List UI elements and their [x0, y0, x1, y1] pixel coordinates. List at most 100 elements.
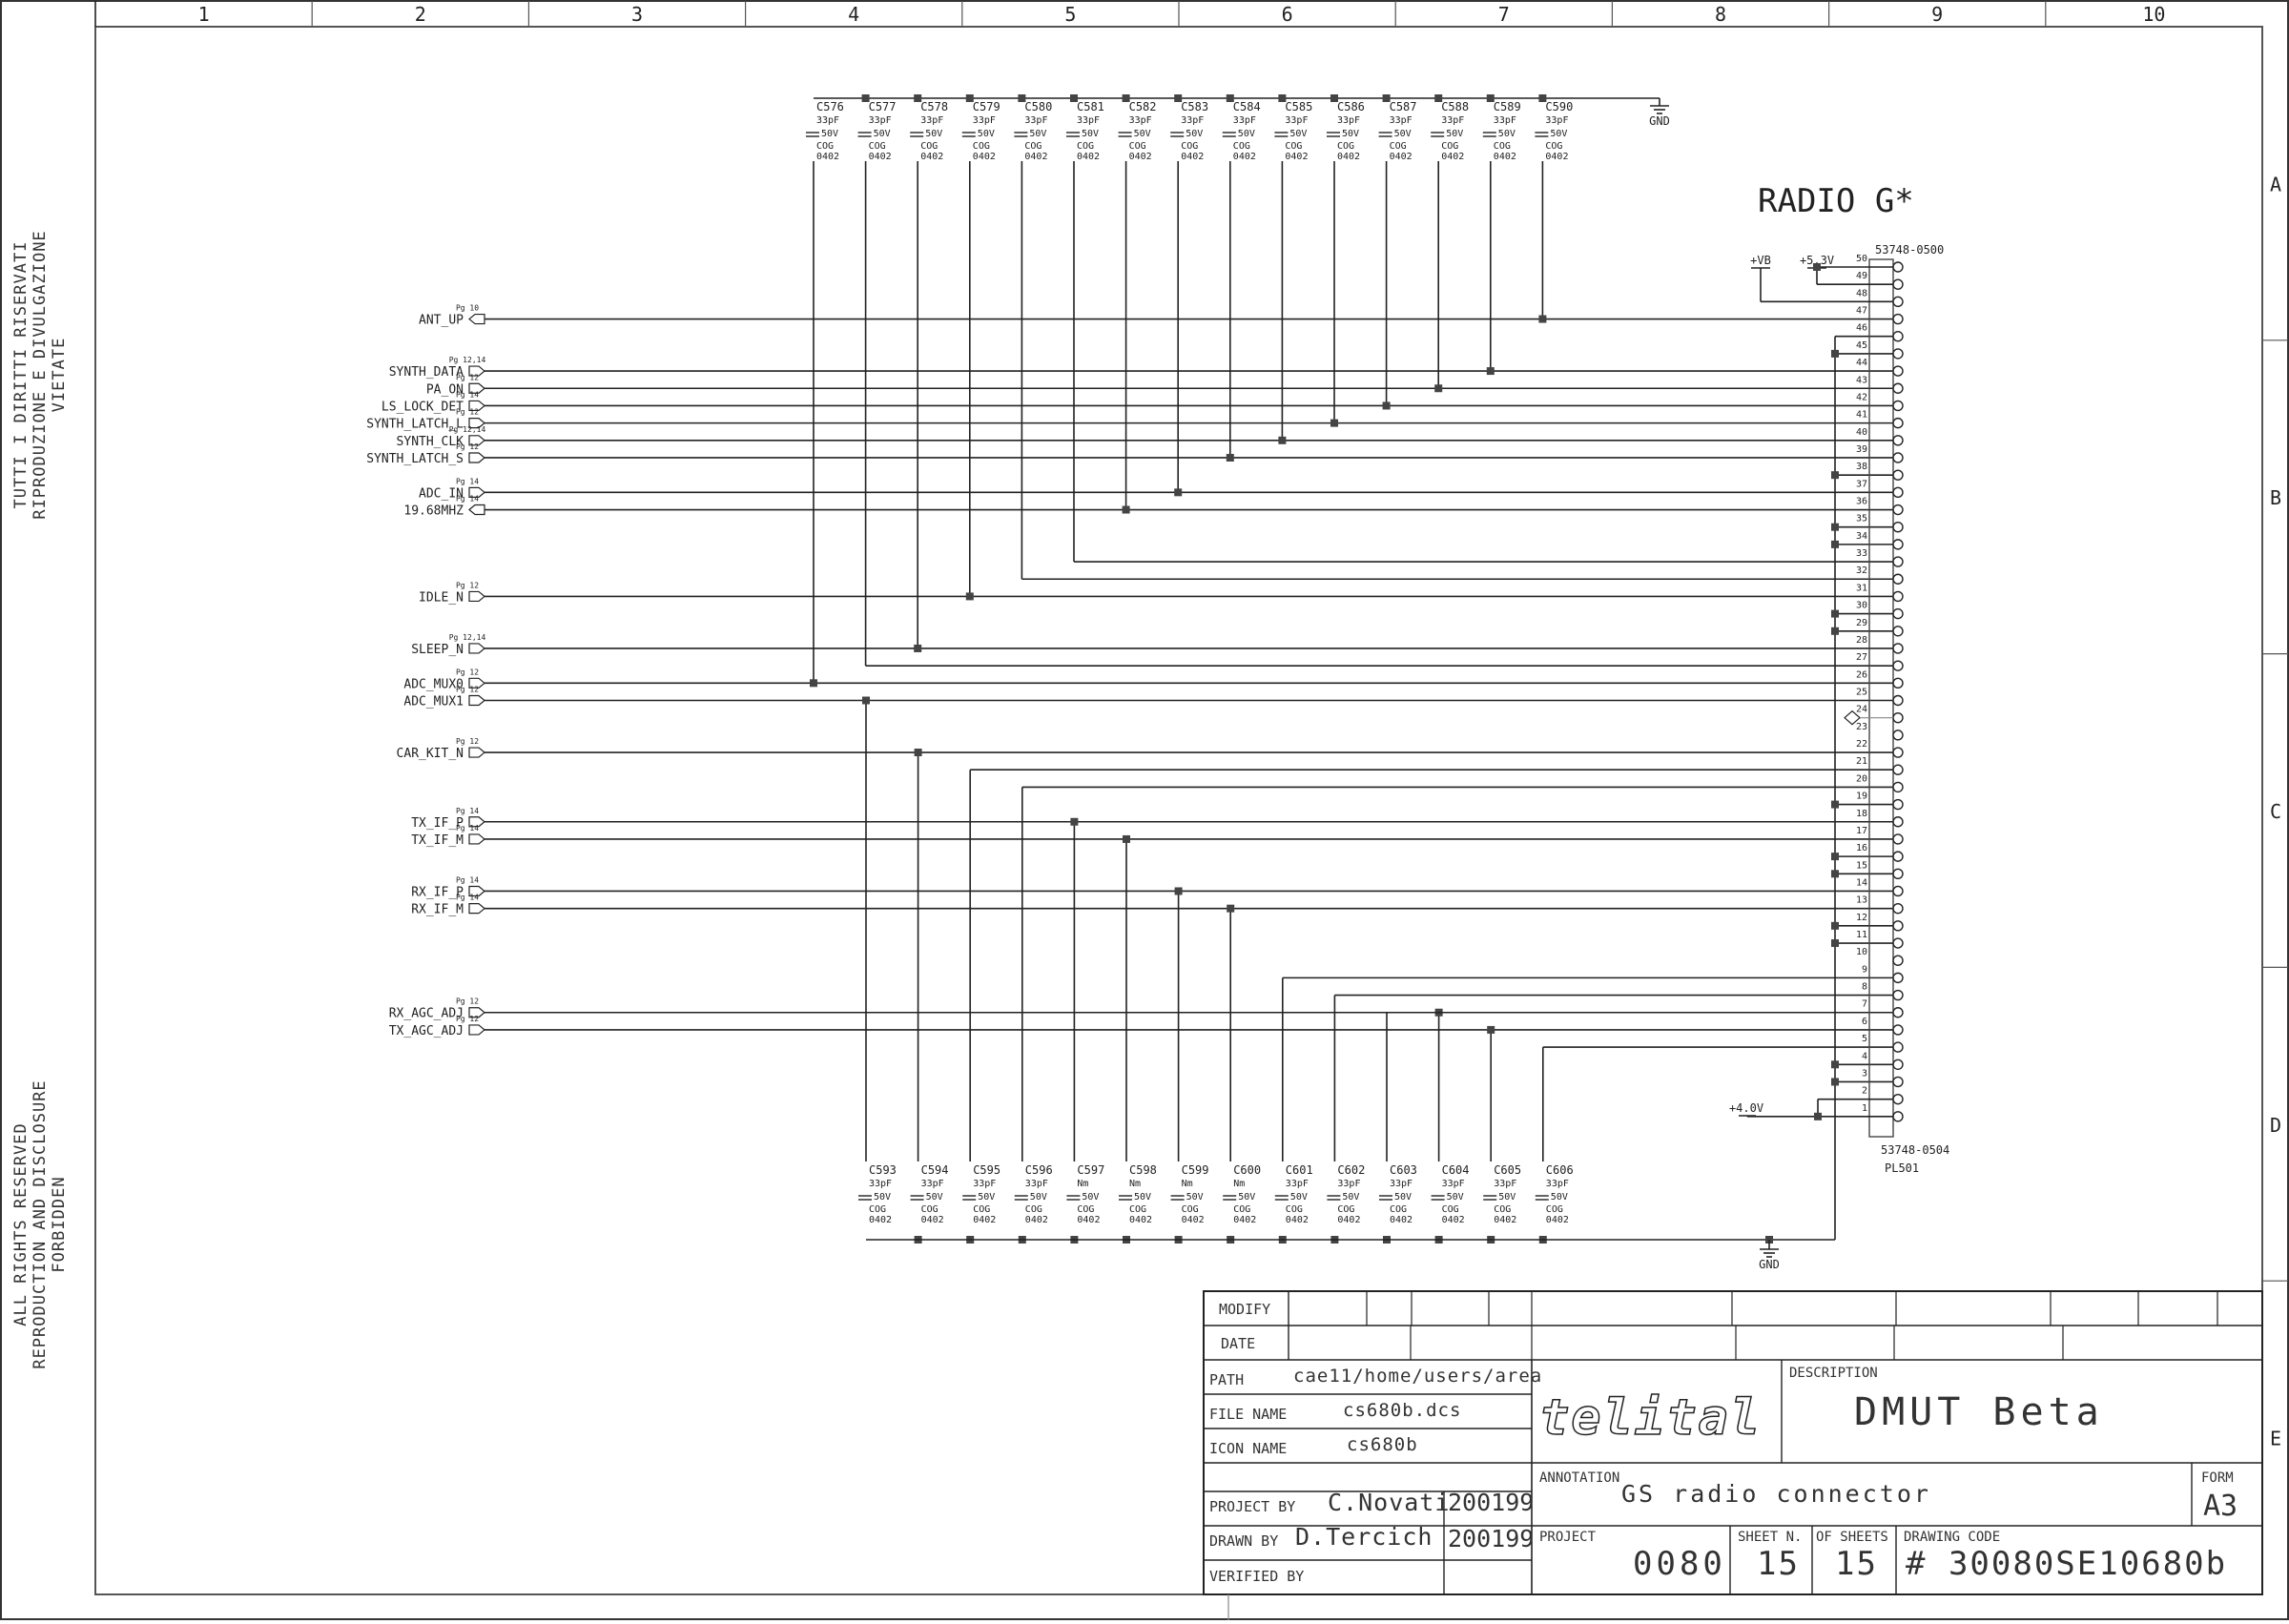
- signal-name: 19.68MHZ: [403, 504, 464, 519]
- connector-pin: [1892, 798, 1904, 811]
- cap-ref: C596: [1025, 1163, 1053, 1177]
- junction-dot: [914, 94, 922, 102]
- project-by-label: PROJECT BY: [1209, 1498, 1296, 1515]
- cap-dielectric: COG: [1546, 1204, 1563, 1215]
- cap-package: 0402: [816, 152, 839, 162]
- signal-name: ADC_MUX1: [403, 695, 464, 709]
- cap-dielectric: COG: [816, 141, 834, 152]
- form-value: A3: [2203, 1490, 2238, 1523]
- cap-value: 33pF: [1025, 1179, 1048, 1189]
- capacitor-c580: C580 33pF 50V COG0402: [1014, 100, 1052, 162]
- pin-number: 37: [1856, 479, 1867, 489]
- cap-dielectric: COG: [1233, 141, 1250, 152]
- column-label: 9: [1931, 3, 1943, 26]
- cap-package: 0402: [1286, 1215, 1309, 1225]
- pin-number: 13: [1856, 895, 1867, 906]
- signal-name: SLEEP_N: [411, 643, 464, 657]
- description-value: DMUT Beta: [1854, 1390, 2104, 1434]
- connector-pin: [1892, 989, 1904, 1001]
- pin-number: 9: [1862, 964, 1867, 975]
- connector-ref: PL501: [1885, 1161, 1919, 1175]
- junction-dot: [1382, 94, 1391, 102]
- capacitor-c581: C581 33pF 50V COG0402: [1066, 100, 1104, 162]
- connector-pin: [1892, 313, 1904, 325]
- capacitor-c603: C603 33pF 50VCOG0402: [1379, 1163, 1417, 1225]
- cap-ref: C586: [1337, 100, 1365, 113]
- capacitor-c604: C604 33pF 50VCOG0402: [1431, 1163, 1470, 1225]
- connector-body: [1868, 258, 1894, 1138]
- cap-package: 0402: [1545, 152, 1568, 162]
- cap-value: 33pF: [1390, 115, 1413, 126]
- cap-ref: C579: [973, 100, 1000, 113]
- drawn-by-label: DRAWN BY: [1209, 1532, 1279, 1550]
- column-label: 4: [848, 3, 859, 26]
- capacitor-bank-top: GNDC57633pF50VCOG0402C57733pF50VCOG0402C…: [806, 94, 1670, 162]
- drawing-frame: 1 2 3 4 5 6 7 8 9 10ABCDE: [0, 0, 2289, 1620]
- signal-name: LS_LOCK_DET: [382, 400, 464, 414]
- connector-pin: [1892, 747, 1904, 758]
- cap-value: 33pF: [973, 115, 996, 126]
- capacitor-c576: C576 33pF 50V COG0402: [806, 100, 844, 162]
- junction-dot: [1070, 94, 1078, 102]
- pin-number: 31: [1856, 583, 1867, 593]
- capacitor-c583: C583 33pF 50V COG0402: [1170, 100, 1208, 162]
- junction-dot: [1831, 609, 1839, 618]
- cap-value: 33pF: [1494, 1179, 1516, 1189]
- junction-dot: [1538, 94, 1547, 102]
- cap-value: 33pF: [1024, 115, 1047, 126]
- cap-voltage: 50V: [1290, 1192, 1308, 1203]
- signal-ant-up: ANT_UPPg 10: [419, 304, 485, 328]
- cap-dielectric: COG: [973, 141, 990, 152]
- signal-name: ANT_UP: [419, 314, 464, 328]
- page-ref: Pg 14: [456, 824, 479, 833]
- row-label: C: [2270, 800, 2281, 823]
- cap-dielectric: COG: [869, 141, 886, 152]
- capacitor-c597: C597 Nm 50VCOG0402: [1066, 1163, 1104, 1225]
- junction-dot: [1814, 1112, 1822, 1120]
- pin-number: 27: [1856, 652, 1867, 663]
- cap-ref: C594: [921, 1163, 949, 1177]
- junction-dot: [1831, 853, 1839, 861]
- signal-name: SYNTH_CLK: [397, 435, 464, 449]
- page-ref: Pg 12: [456, 1015, 479, 1023]
- cap-package: 0402: [1494, 1215, 1516, 1225]
- cap-value: 33pF: [1545, 115, 1568, 126]
- output-port-icon: [468, 747, 485, 758]
- cap-voltage: 50V: [1498, 129, 1516, 139]
- page-ref: Pg 12: [456, 408, 479, 417]
- cap-ref: C599: [1182, 1163, 1209, 1177]
- cap-ref: C602: [1337, 1163, 1365, 1177]
- cap-voltage: 50V: [925, 129, 942, 139]
- cap-value: 33pF: [869, 1179, 892, 1189]
- page-ref: Pg 10: [456, 304, 479, 313]
- row-label: B: [2270, 486, 2281, 509]
- cap-dielectric: COG: [973, 1204, 990, 1215]
- cap-package: 0402: [1390, 1215, 1413, 1225]
- pin-number: 33: [1856, 548, 1867, 559]
- cap-voltage: 50V: [1082, 129, 1099, 139]
- capacitor-bank-bottom: C59333pF50VCOG0402C59433pF50VCOG0402C595…: [858, 1163, 1835, 1271]
- pin-number: 15: [1856, 860, 1867, 871]
- pin-number: 43: [1856, 375, 1867, 385]
- capacitor-c584: C584 33pF 50V COG0402: [1222, 100, 1261, 162]
- cap-dielectric: COG: [1182, 1204, 1199, 1215]
- capacitor-c605: C605 33pF 50VCOG0402: [1483, 1163, 1521, 1225]
- connector-pin: [1892, 261, 1904, 273]
- page-ref: Pg 12: [456, 686, 479, 694]
- page-ref: Pg 12: [456, 997, 479, 1006]
- input-port-icon: [468, 313, 485, 325]
- signal-idle-n: IDLE_NPg 12: [419, 581, 485, 605]
- connector-pin: [1892, 955, 1904, 966]
- connector-pin: [1892, 607, 1904, 620]
- schematic-title: RADIO G*: [1758, 182, 1914, 220]
- pin-number: 40: [1856, 427, 1867, 438]
- cap-dielectric: COG: [1390, 141, 1407, 152]
- junction-dot: [1330, 94, 1338, 102]
- cap-package: 0402: [1233, 152, 1256, 162]
- outer-border: [0, 0, 2289, 1620]
- cap-voltage: 50V: [1342, 1192, 1359, 1203]
- connector-pin: [1892, 730, 1904, 741]
- page-ref: Pg 14: [456, 495, 479, 504]
- junction-dot: [1227, 904, 1235, 913]
- gnd-label: GND: [1649, 114, 1670, 128]
